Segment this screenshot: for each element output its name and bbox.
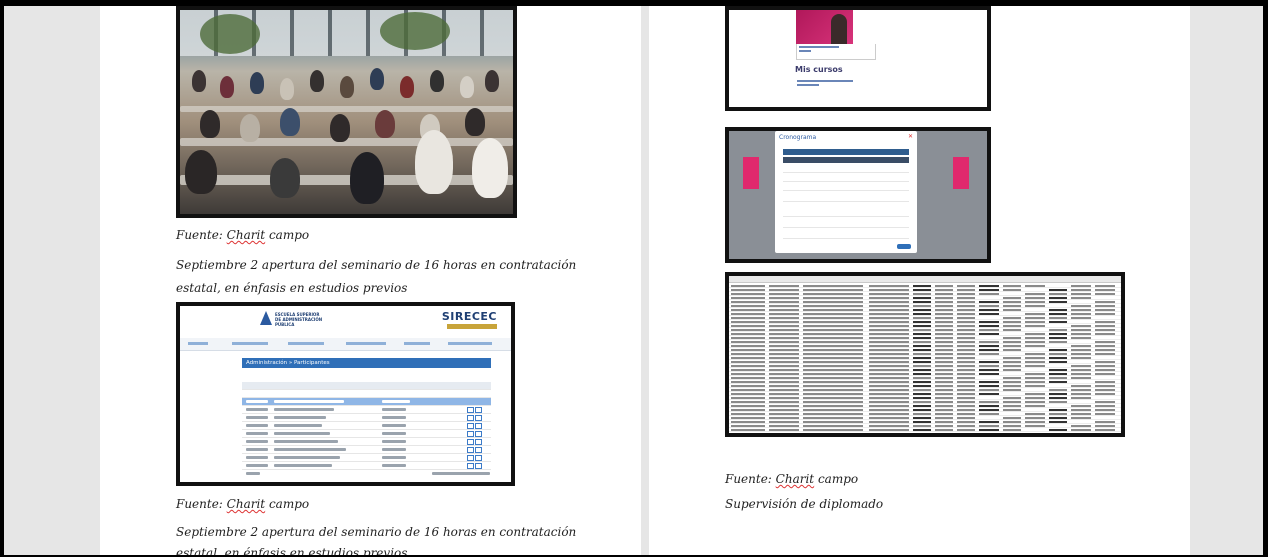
- portal-image: ESCUELA SUPERIOR DE ADMINISTRACIÓN PÚBLI…: [180, 306, 511, 482]
- schedule-modal-image: Cronograma ✕: [729, 131, 987, 259]
- portal-source-caption: Fuente: Charit campo: [176, 492, 309, 516]
- modal-close-button: [897, 244, 911, 249]
- schedule-modal: Cronograma ✕: [775, 131, 917, 253]
- source-suffix: campo: [265, 228, 310, 242]
- courses-image: Mis cursos: [729, 10, 987, 107]
- classroom-photo: [176, 6, 517, 218]
- portal-panel-title: Administración » Participantes: [242, 358, 491, 368]
- source-suffix: campo: [814, 472, 859, 486]
- source-name: Charit: [226, 497, 266, 511]
- spreadsheet-screenshot: [725, 272, 1125, 437]
- source-prefix: Fuente:: [725, 472, 776, 486]
- schedule-modal-title: Cronograma: [779, 134, 817, 141]
- document-page-right: Mis cursos Cronograma ✕ Fuente: Charit c…: [649, 6, 1190, 555]
- source-name: Charit: [775, 472, 815, 486]
- document-viewer: Fuente: Charit campo Septiembre 2 apertu…: [4, 6, 1263, 555]
- course-card-image: [796, 10, 853, 44]
- portal-brand: SIRECEC: [441, 310, 497, 323]
- spreadsheet-source-caption: Fuente: Charit campo: [725, 467, 858, 491]
- classroom-image: [180, 10, 513, 214]
- portal-description-line2: estatal, en énfasis en estudios previos: [176, 546, 408, 555]
- source-suffix: campo: [265, 497, 310, 511]
- schedule-modal-screenshot: Cronograma ✕: [725, 127, 991, 263]
- close-icon: ✕: [907, 133, 913, 140]
- spreadsheet-header: [729, 276, 1121, 283]
- spreadsheet-image: [729, 276, 1121, 433]
- photo-description-line1: Septiembre 2 apertura del seminario de 1…: [176, 258, 577, 272]
- photo-source-caption: Fuente: Charit campo: [176, 223, 309, 247]
- source-prefix: Fuente:: [176, 228, 227, 242]
- courses-heading: Mis cursos: [795, 65, 843, 74]
- source-name: Charit: [226, 228, 266, 242]
- photo-description-line2: estatal, en énfasis en estudios previos: [176, 281, 408, 295]
- portal-logo-text: ESCUELA SUPERIOR DE ADMINISTRACIÓN PÚBLI…: [275, 312, 323, 327]
- spreadsheet-row: [729, 428, 1121, 432]
- courses-screenshot: Mis cursos: [725, 6, 991, 111]
- spreadsheet-description: Supervisión de diplomado: [725, 497, 884, 511]
- source-prefix: Fuente:: [176, 497, 227, 511]
- portal-screenshot: ESCUELA SUPERIOR DE ADMINISTRACIÓN PÚBLI…: [176, 302, 515, 486]
- document-page-left: Fuente: Charit campo Septiembre 2 apertu…: [100, 6, 641, 555]
